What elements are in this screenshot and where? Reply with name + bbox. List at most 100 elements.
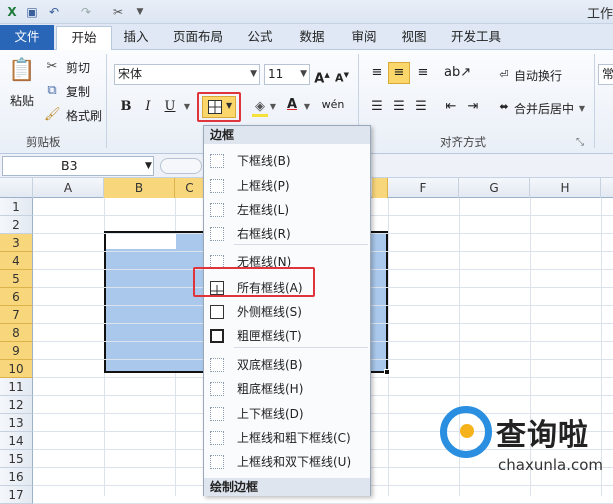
- bold-button[interactable]: B: [118, 98, 134, 116]
- active-cell-b3[interactable]: [106, 233, 176, 249]
- row-header-12[interactable]: 12: [0, 396, 33, 414]
- menu-item-0[interactable]: 下框线(B): [204, 150, 370, 172]
- menu-item-12[interactable]: 上框线和双下框线(U): [204, 451, 370, 473]
- orientation-icon[interactable]: ab↗: [444, 64, 471, 82]
- shrink-font-icon[interactable]: A▼: [334, 66, 350, 88]
- name-box[interactable]: B3 ▼: [2, 156, 154, 176]
- cut-button[interactable]: 剪切: [66, 59, 90, 76]
- menu-item-6[interactable]: 外侧框线(S): [204, 301, 370, 323]
- number-format-value: 常: [602, 67, 613, 81]
- tab-review[interactable]: 审阅: [344, 26, 384, 50]
- border-style-icon: [210, 358, 224, 372]
- grow-font-icon[interactable]: A▲: [314, 66, 330, 88]
- menu-item-3[interactable]: 右框线(R): [204, 223, 370, 245]
- column-header-a[interactable]: A: [33, 178, 104, 198]
- underline-button[interactable]: U: [162, 98, 178, 116]
- font-name-combo[interactable]: 宋体 ▼: [114, 64, 260, 85]
- row-header-9[interactable]: 9: [0, 342, 33, 360]
- menu-header-borders: 边框: [204, 126, 370, 144]
- fill-handle[interactable]: [384, 369, 390, 375]
- format-painter-icon[interactable]: 🖌: [44, 106, 61, 124]
- select-all-corner[interactable]: [0, 178, 33, 198]
- chevron-down-icon: ▼: [250, 69, 257, 79]
- row-header-15[interactable]: 15: [0, 450, 33, 468]
- border-style-icon: [210, 227, 224, 241]
- row-header-4[interactable]: 4: [0, 252, 33, 270]
- tab-formulas[interactable]: 公式: [240, 26, 280, 50]
- cut-icon[interactable]: ✂: [44, 58, 60, 76]
- menu-item-7[interactable]: 粗匣框线(T): [204, 325, 370, 347]
- menu-item-1[interactable]: 上框线(P): [204, 175, 370, 197]
- column-header-e[interactable]: [372, 178, 388, 198]
- row-header-10[interactable]: 10: [0, 360, 33, 378]
- save-icon[interactable]: ▣: [24, 4, 40, 20]
- align-right-icon[interactable]: ☰: [412, 98, 430, 116]
- increase-indent-icon[interactable]: ⇥: [464, 98, 482, 116]
- align-left-icon[interactable]: ☰: [368, 98, 386, 116]
- customize-qat-icon[interactable]: ▼: [132, 4, 148, 20]
- tab-data[interactable]: 数据: [292, 26, 332, 50]
- font-color-dropdown-icon[interactable]: ▼: [302, 98, 312, 116]
- redo-icon[interactable]: ↷: [78, 4, 94, 20]
- row-header-3[interactable]: 3: [0, 234, 33, 252]
- chevron-down-icon: ▼: [300, 69, 307, 79]
- row-header-13[interactable]: 13: [0, 414, 33, 432]
- column-header-b[interactable]: B: [104, 178, 175, 198]
- format-painter-button[interactable]: 格式刷: [66, 107, 102, 124]
- row-header-14[interactable]: 14: [0, 432, 33, 450]
- column-header-g[interactable]: G: [459, 178, 530, 198]
- italic-button[interactable]: I: [140, 98, 156, 116]
- underline-dropdown-icon[interactable]: ▼: [182, 98, 192, 116]
- formula-bar-resize-handle[interactable]: [160, 158, 202, 174]
- menu-item-8[interactable]: 双底框线(B): [204, 354, 370, 376]
- menu-item-10[interactable]: 上下框线(D): [204, 403, 370, 425]
- font-color-button[interactable]: A: [284, 96, 300, 114]
- column-header-f[interactable]: F: [388, 178, 459, 198]
- tab-page-layout[interactable]: 页面布局: [166, 26, 230, 50]
- wrap-text-button[interactable]: 自动换行: [514, 67, 562, 84]
- gridline: [388, 198, 389, 496]
- tab-home[interactable]: 开始: [56, 26, 112, 50]
- window-title: 工作: [586, 7, 613, 22]
- paste-icon[interactable]: 📋: [8, 56, 35, 86]
- decrease-indent-icon[interactable]: ⇤: [442, 98, 460, 116]
- align-bottom-icon[interactable]: ≡: [414, 64, 432, 82]
- undo-icon[interactable]: ↶: [46, 4, 62, 20]
- row-header-2[interactable]: 2: [0, 216, 33, 234]
- align-top-icon[interactable]: ≡: [368, 64, 386, 82]
- copy-button[interactable]: 复制: [66, 83, 90, 100]
- font-size-combo[interactable]: 11 ▼: [264, 64, 310, 85]
- row-header-1[interactable]: 1: [0, 198, 33, 216]
- phonetic-icon[interactable]: wén: [320, 96, 346, 114]
- row-header-5[interactable]: 5: [0, 270, 33, 288]
- row-header-11[interactable]: 11: [0, 378, 33, 396]
- column-header-c[interactable]: C: [175, 178, 205, 198]
- alignment-group-label: 对齐方式: [440, 135, 486, 149]
- tab-insert[interactable]: 插入: [116, 26, 156, 50]
- tools-icon[interactable]: ✂: [110, 4, 126, 20]
- tab-view[interactable]: 视图: [394, 26, 434, 50]
- row-header-8[interactable]: 8: [0, 324, 33, 342]
- menu-item-label: 左框线(L): [237, 203, 290, 217]
- column-header-h[interactable]: H: [530, 178, 601, 198]
- row-header-16[interactable]: 16: [0, 468, 33, 486]
- row-header-6[interactable]: 6: [0, 288, 33, 306]
- copy-icon[interactable]: ⧉: [44, 82, 60, 100]
- fill-dropdown-icon[interactable]: ▼: [268, 98, 278, 116]
- align-center-icon[interactable]: ☰: [390, 98, 408, 116]
- menu-item-2[interactable]: 左框线(L): [204, 199, 370, 221]
- paste-button[interactable]: 粘贴: [10, 92, 34, 109]
- row-header-7[interactable]: 7: [0, 306, 33, 324]
- row-header-17[interactable]: 17: [0, 486, 33, 504]
- dialog-launcher-icon[interactable]: ⤡: [574, 134, 586, 152]
- tab-file[interactable]: 文件: [0, 25, 54, 50]
- merge-center-button[interactable]: 合并后居中: [514, 100, 574, 117]
- align-middle-button[interactable]: ≡: [388, 62, 410, 84]
- number-format-combo[interactable]: 常: [598, 64, 613, 85]
- menu-item-label: 上下框线(D): [237, 407, 304, 421]
- borders-button-highlight: [197, 92, 241, 122]
- menu-item-9[interactable]: 粗底框线(H): [204, 378, 370, 400]
- menu-item-11[interactable]: 上框线和粗下框线(C): [204, 427, 370, 449]
- merge-dropdown-icon[interactable]: ▼: [577, 100, 587, 118]
- tab-developer[interactable]: 开发工具: [444, 26, 508, 50]
